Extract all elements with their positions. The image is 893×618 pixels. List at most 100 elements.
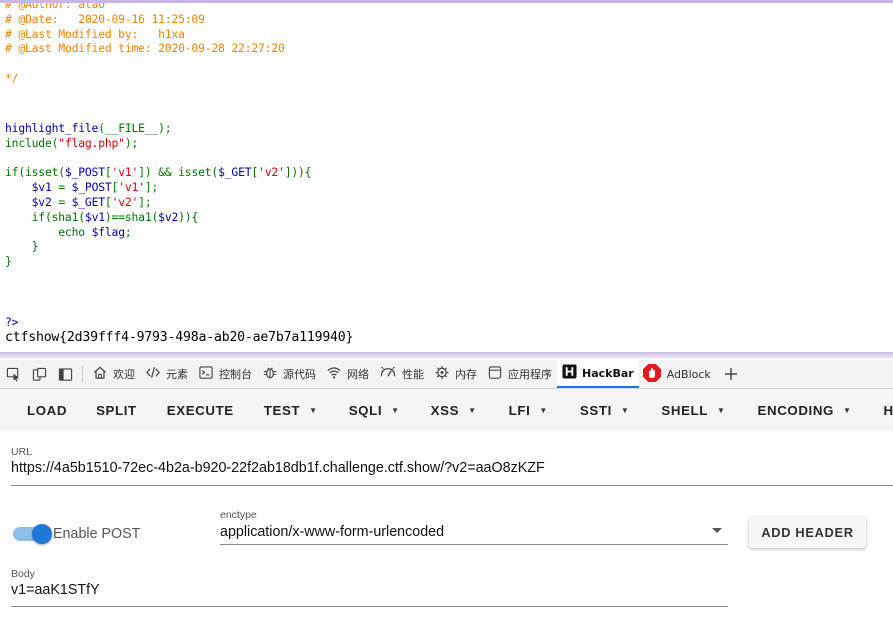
comment-date: # @Date: 2020-09-16 11:25:09 [5,11,205,26]
devtools-divider[interactable] [0,352,893,358]
code-brace: } [5,254,12,269]
add-tab-icon[interactable] [718,360,744,388]
url-underline [11,485,893,486]
code-bracket: [ [104,165,112,180]
caret-down-icon: ▼ [539,405,548,415]
url-label: URL [11,446,33,458]
load-button[interactable]: LOAD [27,403,67,418]
caret-down-icon: ▼ [843,405,852,415]
hashing-label: HASHING [883,402,893,418]
split-button[interactable]: SPLIT [96,403,137,418]
code-brace: } [5,239,39,254]
code-include-file: "flag.php" [58,135,125,150]
lfi-menu[interactable]: LFI ▼ [509,403,548,418]
encoding-menu[interactable]: ENCODING ▼ [758,403,852,418]
add-header-button[interactable]: ADD HEADER [749,517,866,548]
comment-author: # @Author: atao [5,0,105,11]
code-str-v1: 'v1' [118,180,145,195]
encoding-label: ENCODING [757,402,834,418]
tab-memory-label: 内存 [455,368,477,381]
code-str-v1: 'v1' [111,165,139,180]
comment-modified-by: # @Last Modified by: h1xa [5,26,185,41]
code-include-end: ); [124,135,139,150]
tab-elements[interactable]: 元素 [140,360,193,388]
code-include-call: include( [5,135,59,150]
execute-label: EXECUTE [166,402,234,418]
tab-console[interactable]: 控制台 [193,360,257,388]
shell-menu[interactable]: SHELL ▼ [661,403,725,418]
execute-button[interactable]: EXECUTE [167,403,234,418]
url-input[interactable]: https://4a5b1510-72ec-4b2a-b920-22f2ab18… [11,460,545,476]
test-menu[interactable]: TEST ▼ [264,403,318,418]
caret-down-icon: ▼ [468,405,477,415]
console-icon [198,365,214,383]
tab-performance[interactable]: 性能 [374,360,429,388]
tab-application[interactable]: 应用程序 [482,360,557,388]
ssti-menu[interactable]: SSTI ▼ [580,403,630,418]
code-sha-end: )){ [178,209,199,224]
gauge-icon [379,365,397,383]
tab-hackbar[interactable]: HackBar [557,360,639,388]
enctype-label: enctype [220,509,257,521]
code-stmt-end: ]; [138,194,152,209]
hackbar-icon [562,364,577,382]
tab-separator [82,365,83,383]
sqli-menu[interactable]: SQLI ▼ [349,403,400,418]
ssti-label: SSTI [579,402,612,418]
tab-sources-label: 源代码 [283,368,316,381]
caret-down-icon: ▼ [620,405,630,415]
code-icon [145,365,161,383]
sqli-label: SQLI [348,402,383,418]
code-comment-block: # @Author: atao # @Date: 2020-09-16 11:2… [5,0,285,86]
enable-post-toggle[interactable] [13,524,52,544]
caret-down-icon: ▼ [717,405,726,415]
code-sha-compare: )==sha1( [104,209,159,224]
split-label: SPLIT [96,402,137,418]
load-label: LOAD [27,402,68,418]
code-close-tag: ?> [5,315,19,329]
code-close-tag-block: ?> [5,315,19,330]
code-var-v2: $v2 [158,209,179,224]
home-icon [92,365,108,383]
dock-side-icon[interactable] [52,360,78,388]
enctype-underline [220,544,728,545]
test-label: TEST [263,402,301,418]
tab-welcome-label: 欢迎 [113,368,135,381]
body-input[interactable]: v1=aaK1STfY [11,582,100,598]
tab-sources[interactable]: 源代码 [257,360,321,388]
code-if-start: if(isset( [5,165,65,180]
code-var-v1: $v1 [84,209,105,224]
caret-down-icon: ▼ [391,405,400,415]
code-var-v1: $v1 [5,180,52,195]
code-body: highlight_file(__FILE__); include("flag.… [5,121,312,269]
code-sha-if: if(sha1( [5,209,85,224]
tab-console-label: 控制台 [219,368,252,381]
tab-application-label: 应用程序 [508,368,552,381]
code-echo: echo [5,224,92,239]
xss-menu[interactable]: XSS ▼ [431,403,477,418]
hashing-menu[interactable]: HASHING [884,403,893,418]
bug-icon [262,365,278,383]
hackbar-menu: LOAD SPLIT EXECUTE TEST ▼ SQLI ▼ XSS ▼ LFI ▼… [0,389,893,431]
tab-network[interactable]: 网络 [321,360,374,388]
tab-network-label: 网络 [347,368,369,381]
code-bracket: [ [104,194,112,209]
code-var-v2: $v2 [5,194,52,209]
hackbar-form: URL https://4a5b1510-72ec-4b2a-b920-22f2… [0,431,893,618]
chip-icon [434,365,450,383]
code-var-get: $_GET [218,165,252,180]
code-var-flag: $flag [91,224,125,239]
enctype-select[interactable]: application/x-www-form-urlencoded [220,524,444,540]
comment-close: */ [5,70,19,85]
tab-hackbar-label: HackBar [582,366,634,380]
shell-label: SHELL [661,402,708,418]
toggle-knob [32,524,52,544]
tab-memory[interactable]: 内存 [429,360,482,388]
inspect-icon[interactable] [0,360,26,388]
tab-adblock[interactable]: AdBlock [639,360,716,388]
adblock-icon [642,363,662,386]
devtools-tab-bar: 欢迎 元素 控制台 源代码 网络 性能 内存 应用程序 HackBar AdBl… [0,360,893,389]
device-emulation-icon[interactable] [26,360,52,388]
dropdown-arrow-icon[interactable] [712,528,722,533]
tab-welcome[interactable]: 欢迎 [87,360,140,388]
